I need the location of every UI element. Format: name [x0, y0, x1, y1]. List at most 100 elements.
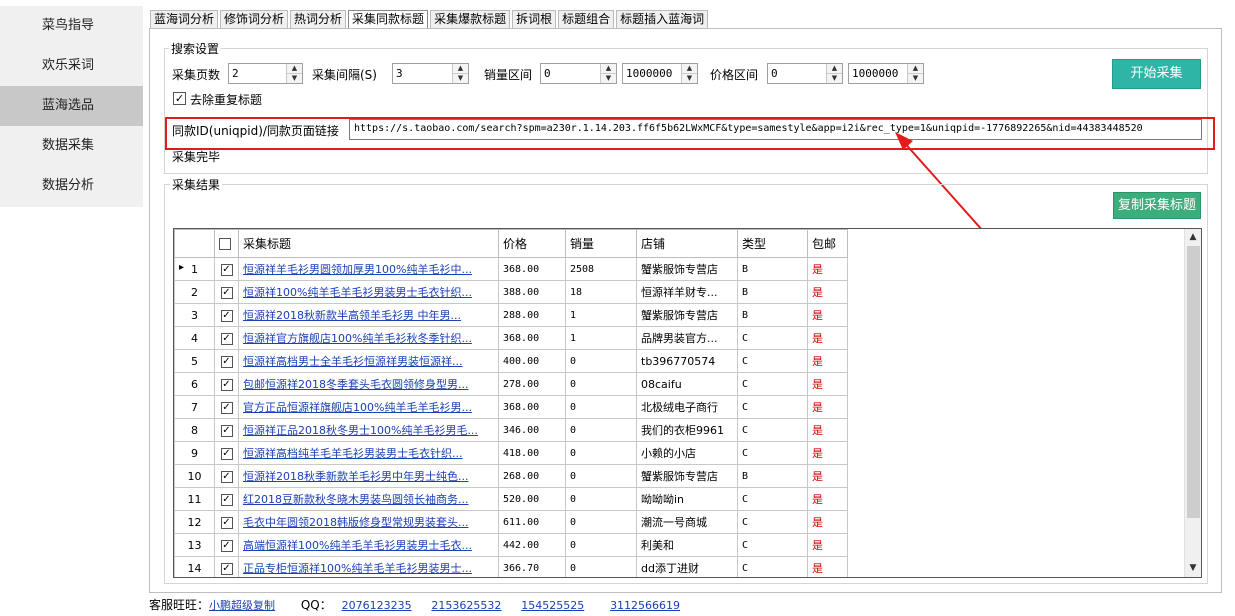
row-checkbox-cell[interactable]: ✓ — [214, 464, 239, 488]
row-checkbox[interactable]: ✓ — [220, 539, 233, 552]
table-row[interactable]: 7 ✓ 官方正品恒源祥旗舰店100%纯羊毛羊毛衫男... 368.00 0 北极绒电子商行… — [174, 395, 848, 419]
row-checkbox-cell[interactable]: ✓ — [214, 533, 239, 557]
table-row[interactable]: 4 ✓ 恒源祥官方旗舰店100%纯羊毛衫秋冬季针织... 368.00 1 品牌男装官方.… — [174, 326, 848, 350]
row-checkbox[interactable]: ✓ — [220, 447, 233, 460]
row-checkbox[interactable]: ✓ — [220, 516, 233, 529]
sales-min-stepper[interactable]: 0 ▲ ▼ — [540, 63, 617, 84]
column-header-sales[interactable]: 销量 — [565, 229, 637, 258]
dedupe-checkbox[interactable]: ✓ — [173, 92, 186, 105]
tab-split-roots[interactable]: 拆词根 — [512, 10, 557, 28]
tab-blue-ocean-words[interactable]: 蓝海词分析 — [150, 10, 219, 28]
title-cell[interactable]: 官方正品恒源祥旗舰店100%纯羊毛羊毛衫男... — [238, 395, 499, 419]
title-cell[interactable]: 恒源祥2018秋新款半高领羊毛衫男 中年男... — [238, 303, 499, 327]
tab-modifier-words[interactable]: 修饰词分析 — [220, 10, 289, 28]
sidebar-item-data-collect[interactable]: 数据采集 — [0, 126, 143, 166]
row-checkbox[interactable]: ✓ — [220, 470, 233, 483]
title-cell[interactable]: 恒源祥正品2018秋冬男士100%纯羊毛衫男毛... — [238, 418, 499, 442]
row-checkbox[interactable]: ✓ — [220, 355, 233, 368]
table-row[interactable]: 12 ✓ 毛衣中年圆领2018韩版修身型常规男装套头... 611.00 0 潮流一号商城… — [174, 510, 848, 534]
title-cell[interactable]: 恒源祥高档男士全羊毛衫恒源祥男装恒源祥... — [238, 349, 499, 373]
row-checkbox-cell[interactable]: ✓ — [214, 510, 239, 534]
url-input[interactable]: https://s.taobao.com/search?spm=a230r.1.… — [349, 119, 1202, 140]
table-row[interactable]: 14 ✓ 正品专柜恒源祥100%纯羊毛羊毛衫男装男士... 366.70 0 dd添丁进财… — [174, 556, 848, 577]
sales-max-stepper[interactable]: 1000000 ▲ ▼ — [622, 63, 698, 84]
qq-link-2[interactable]: 2153625532 — [431, 599, 501, 612]
row-checkbox-cell[interactable]: ✓ — [214, 556, 239, 577]
table-row[interactable]: 3 ✓ 恒源祥2018秋新款半高领羊毛衫男 中年男... 288.00 1 蟹紫服饰专营店… — [174, 303, 848, 327]
row-checkbox-cell[interactable]: ✓ — [214, 441, 239, 465]
title-cell[interactable]: 恒源祥100%纯羊毛羊毛衫男装男士毛衣针织... — [238, 280, 499, 304]
sales-cell: 18 — [565, 280, 637, 304]
column-header-shop[interactable]: 店铺 — [636, 229, 738, 258]
title-cell[interactable]: 红2018豆新款秋冬晓木男装鸟圆领长袖商务... — [238, 487, 499, 511]
pages-stepper[interactable]: 2 ▲ ▼ — [228, 63, 303, 84]
title-cell[interactable]: 恒源祥2018秋季新款羊毛衫男中年男士纯色... — [238, 464, 499, 488]
row-checkbox-cell[interactable]: ✓ — [214, 418, 239, 442]
row-checkbox-cell[interactable]: ✓ — [214, 349, 239, 373]
tab-hot-words[interactable]: 热词分析 — [290, 10, 347, 28]
row-checkbox[interactable]: ✓ — [220, 332, 233, 345]
row-checkbox[interactable]: ✓ — [220, 378, 233, 391]
row-checkbox[interactable]: ✓ — [220, 286, 233, 299]
tab-title-insert[interactable]: 标题插入蓝海词 — [616, 10, 709, 28]
column-header-title[interactable]: 采集标题 — [238, 229, 499, 258]
start-collect-button[interactable]: 开始采集 — [1112, 59, 1201, 89]
title-cell[interactable]: 包邮恒源祥2018冬季套头毛衣圆领修身型男... — [238, 372, 499, 396]
sidebar-item-word-collect[interactable]: 欢乐采词 — [0, 46, 143, 86]
title-cell[interactable]: 恒源祥羊毛衫男圆领加厚男100%纯羊毛衫中... — [238, 257, 499, 281]
interval-stepper[interactable]: 3 ▲ ▼ — [392, 63, 469, 84]
row-checkbox-cell[interactable]: ✓ — [214, 280, 239, 304]
service-link[interactable]: 小鹏超级复制 — [209, 599, 275, 612]
column-header-price[interactable]: 价格 — [498, 229, 566, 258]
row-checkbox[interactable]: ✓ — [220, 263, 233, 276]
row-checkbox[interactable]: ✓ — [220, 401, 233, 414]
title-cell[interactable]: 正品专柜恒源祥100%纯羊毛羊毛衫男装男士... — [238, 556, 499, 577]
table-row[interactable]: 11 ✓ 红2018豆新款秋冬晓木男装鸟圆领长袖商务... 520.00 0 呦呦呦in C… — [174, 487, 848, 511]
table-row[interactable]: 6 ✓ 包邮恒源祥2018冬季套头毛衣圆领修身型男... 278.00 0 08caifu… — [174, 372, 848, 396]
tab-collect-hot-titles[interactable]: 采集爆款标题 — [430, 10, 511, 28]
row-checkbox[interactable]: ✓ — [220, 562, 233, 575]
qq-link-3[interactable]: 154525525 — [521, 599, 584, 612]
price-max-stepper[interactable]: 1000000 ▲ ▼ — [848, 63, 924, 84]
row-checkbox[interactable]: ✓ — [220, 424, 233, 437]
title-cell[interactable]: 恒源祥官方旗舰店100%纯羊毛衫秋冬季针织... — [238, 326, 499, 350]
vertical-scrollbar[interactable]: ▲ ▼ — [1184, 229, 1201, 577]
title-cell[interactable]: 高端恒源祥100%纯羊毛羊毛衫男装男士毛衣... — [238, 533, 499, 557]
tab-collect-same-titles[interactable]: 采集同款标题 — [348, 10, 429, 29]
table-row[interactable]: 13 ✓ 高端恒源祥100%纯羊毛羊毛衫男装男士毛衣... 442.00 0 利美和 C 是 — [174, 533, 848, 557]
row-checkbox[interactable]: ✓ — [220, 309, 233, 322]
table-row[interactable]: 9 ✓ 恒源祥高档纯羊毛羊毛衫男装男士毛衣针织... 418.00 0 小赖的小店 C 是 — [174, 441, 848, 465]
row-checkbox-cell[interactable]: ✓ — [214, 395, 239, 419]
row-checkbox-cell[interactable]: ✓ — [214, 326, 239, 350]
scroll-thumb[interactable] — [1187, 246, 1200, 518]
sidebar-item-data-analysis[interactable]: 数据分析 — [0, 166, 143, 206]
table-row[interactable]: 10 ✓ 恒源祥2018秋季新款羊毛衫男中年男士纯色... 268.00 0 蟹紫服饰专营… — [174, 464, 848, 488]
scroll-down-icon[interactable]: ▼ — [1185, 560, 1201, 577]
table-row[interactable]: 8 ✓ 恒源祥正品2018秋冬男士100%纯羊毛衫男毛... 346.00 0 我们的衣柜… — [174, 418, 848, 442]
qq-link-1[interactable]: 2076123235 — [342, 599, 412, 612]
price-min-stepper[interactable]: 0 ▲ ▼ — [767, 63, 843, 84]
qq-link-4[interactable]: 3112566619 — [610, 599, 680, 612]
row-checkbox-cell[interactable]: ✓ — [214, 372, 239, 396]
row-checkbox[interactable]: ✓ — [220, 493, 233, 506]
row-number: 3 — [174, 303, 215, 327]
title-cell[interactable]: 毛衣中年圆领2018韩版修身型常规男装套头... — [238, 510, 499, 534]
title-cell[interactable]: 恒源祥高档纯羊毛羊毛衫男装男士毛衣针织... — [238, 441, 499, 465]
sidebar-item-blue-ocean[interactable]: 蓝海选品 — [0, 86, 143, 126]
table-row[interactable]: 5 ✓ 恒源祥高档男士全羊毛衫恒源祥男装恒源祥... 400.00 0 tb3967705… — [174, 349, 848, 373]
column-header-type[interactable]: 类型 — [737, 229, 808, 258]
app-window: 菜鸟指导 欢乐采词 蓝海选品 数据采集 数据分析 蓝海词分析 修饰词分析 热词分… — [0, 0, 1235, 616]
select-all-cell[interactable] — [214, 229, 239, 258]
copy-titles-button[interactable]: 复制采集标题 — [1113, 192, 1201, 219]
scroll-up-icon[interactable]: ▲ — [1185, 229, 1201, 246]
tab-bar: 蓝海词分析 修饰词分析 热词分析 采集同款标题 采集爆款标题 拆词根 标题组合 … — [150, 10, 710, 29]
table-row[interactable]: 2 ✓ 恒源祥100%纯羊毛羊毛衫男装男士毛衣针织... 388.00 18 恒源祥羊财专… — [174, 280, 848, 304]
row-checkbox-cell[interactable]: ✓ — [214, 487, 239, 511]
sidebar-item-guide[interactable]: 菜鸟指导 — [0, 6, 143, 46]
tab-title-combine[interactable]: 标题组合 — [558, 10, 615, 28]
table-row[interactable]: ▸ 1 ✓ 恒源祥羊毛衫男圆领加厚男100%纯羊毛衫中... 368.00 2508 蟹紫服… — [174, 257, 848, 281]
type-cell: C — [737, 441, 808, 465]
row-checkbox-cell[interactable]: ✓ — [214, 303, 239, 327]
column-header-shipping[interactable]: 包邮 — [807, 229, 848, 258]
row-checkbox-cell[interactable]: ✓ — [214, 257, 239, 281]
